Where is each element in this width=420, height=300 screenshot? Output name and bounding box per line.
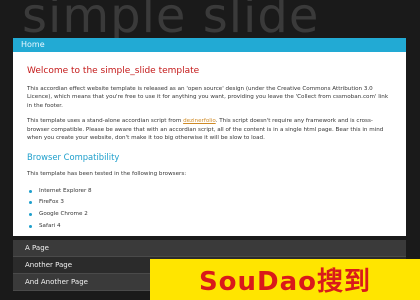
tab-home[interactable]: Home [13, 38, 406, 52]
browser-list-item: Safari 4 [27, 221, 392, 233]
intro-paragraph: This accordian effect website template i… [27, 86, 389, 109]
browser-name: Internet Explorer 8 [39, 187, 92, 194]
page-heading: Welcome to the simple_slide template [27, 66, 200, 76]
bullet-icon [29, 189, 32, 193]
browser-list-item: Google Chrome 2 [27, 209, 392, 221]
browser-list: Internet Explorer 8 FireFox 3 Google Chr… [27, 186, 392, 232]
browser-list-item: Internet Explorer 8 [27, 186, 392, 198]
browser-compatibility-heading: Browser Compatibility [27, 152, 120, 163]
browser-name: Safari 4 [39, 222, 61, 229]
bullet-icon [29, 201, 32, 205]
tab-a-page[interactable]: A Page [13, 240, 406, 257]
bullet-icon [29, 224, 32, 228]
content-panel: Welcome to the simple_slide template Thi… [13, 52, 406, 236]
script-paragraph-text-start: This template uses a stand-alone accordi… [27, 118, 184, 125]
script-paragraph: This template uses a stand-alone accordi… [27, 117, 392, 142]
dezinerfolio-link[interactable]: dezinerfolio [183, 118, 216, 124]
browser-name: FireFox 3 [39, 199, 64, 206]
browser-name: Google Chrome 2 [39, 211, 88, 218]
browser-list-item: FireFox 3 [27, 197, 392, 209]
soudao-watermark: SouDao搜到 [150, 259, 420, 300]
tested-paragraph: This template has been tested in the fol… [27, 171, 187, 178]
bullet-icon [29, 213, 32, 217]
